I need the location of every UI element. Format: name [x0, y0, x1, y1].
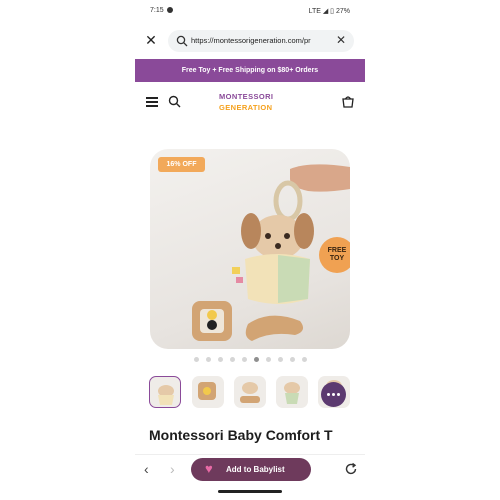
carousel-dot[interactable]: [253, 357, 259, 362]
close-icon[interactable]: ✕: [143, 32, 159, 48]
site-header: MONTESSORI GENERATION: [135, 85, 365, 121]
logo-line-2: GENERATION: [219, 103, 273, 112]
carousel-dot[interactable]: [217, 357, 223, 362]
carousel-dot[interactable]: [289, 357, 295, 362]
browser-url-row: ✕ https://montessorigeneration.com/pr ✕: [135, 28, 365, 54]
discount-badge: 16% OFF: [158, 157, 205, 172]
carousel-dot[interactable]: [241, 357, 247, 362]
chat-button[interactable]: [321, 382, 346, 407]
carousel-dot[interactable]: [193, 357, 199, 362]
status-indicators: LTE ◢ ▯ 27%: [308, 8, 350, 15]
thumbnail-strip: [149, 376, 354, 410]
reload-icon[interactable]: [344, 462, 358, 476]
free-badge-line-2: TOY: [329, 255, 345, 262]
cart-icon[interactable]: [341, 95, 355, 108]
back-icon[interactable]: ‹: [144, 461, 149, 477]
thumbnail[interactable]: [234, 376, 266, 408]
bottom-toolbar: ‹ › ♥ Add to Babylist: [135, 454, 365, 485]
search-icon[interactable]: [168, 95, 181, 108]
thumbnail[interactable]: [276, 376, 308, 408]
logo-line-1: MONTESSORI: [219, 92, 274, 101]
status-bar: 7:15 LTE ◢ ▯ 27%: [135, 4, 365, 18]
carousel-dot[interactable]: [229, 357, 235, 362]
forward-icon[interactable]: ›: [170, 461, 175, 477]
heart-icon: ♥: [205, 461, 213, 476]
carousel-dots: [150, 357, 350, 365]
add-to-babylist-label: Add to Babylist: [226, 465, 285, 474]
carousel-dot[interactable]: [265, 357, 271, 362]
site-logo[interactable]: MONTESSORI GENERATION: [219, 90, 283, 116]
free-badge-line-1: FREE: [327, 247, 347, 254]
menu-icon[interactable]: [146, 97, 158, 107]
clear-icon[interactable]: ✕: [336, 33, 346, 47]
home-indicator[interactable]: [218, 490, 282, 493]
free-toy-badge: FREE TOY: [319, 237, 350, 273]
search-icon: [176, 35, 188, 47]
thumbnail[interactable]: [149, 376, 181, 408]
status-time: 7:15: [150, 7, 164, 14]
carousel-dot[interactable]: [205, 357, 211, 362]
notification-icon: [167, 7, 173, 13]
product-title: Montessori Baby Comfort T: [149, 427, 333, 443]
url-text: https://montessorigeneration.com/pr: [191, 36, 311, 45]
url-bar[interactable]: https://montessorigeneration.com/pr ✕: [168, 30, 354, 52]
add-to-babylist-button[interactable]: ♥ Add to Babylist: [191, 458, 311, 481]
product-image[interactable]: 16% OFF FREE TOY: [150, 149, 350, 349]
promo-banner[interactable]: Free Toy + Free Shipping on $80+ Orders: [135, 59, 365, 82]
carousel-dot[interactable]: [301, 357, 307, 362]
thumbnail[interactable]: [192, 376, 224, 408]
carousel-dot[interactable]: [277, 357, 283, 362]
